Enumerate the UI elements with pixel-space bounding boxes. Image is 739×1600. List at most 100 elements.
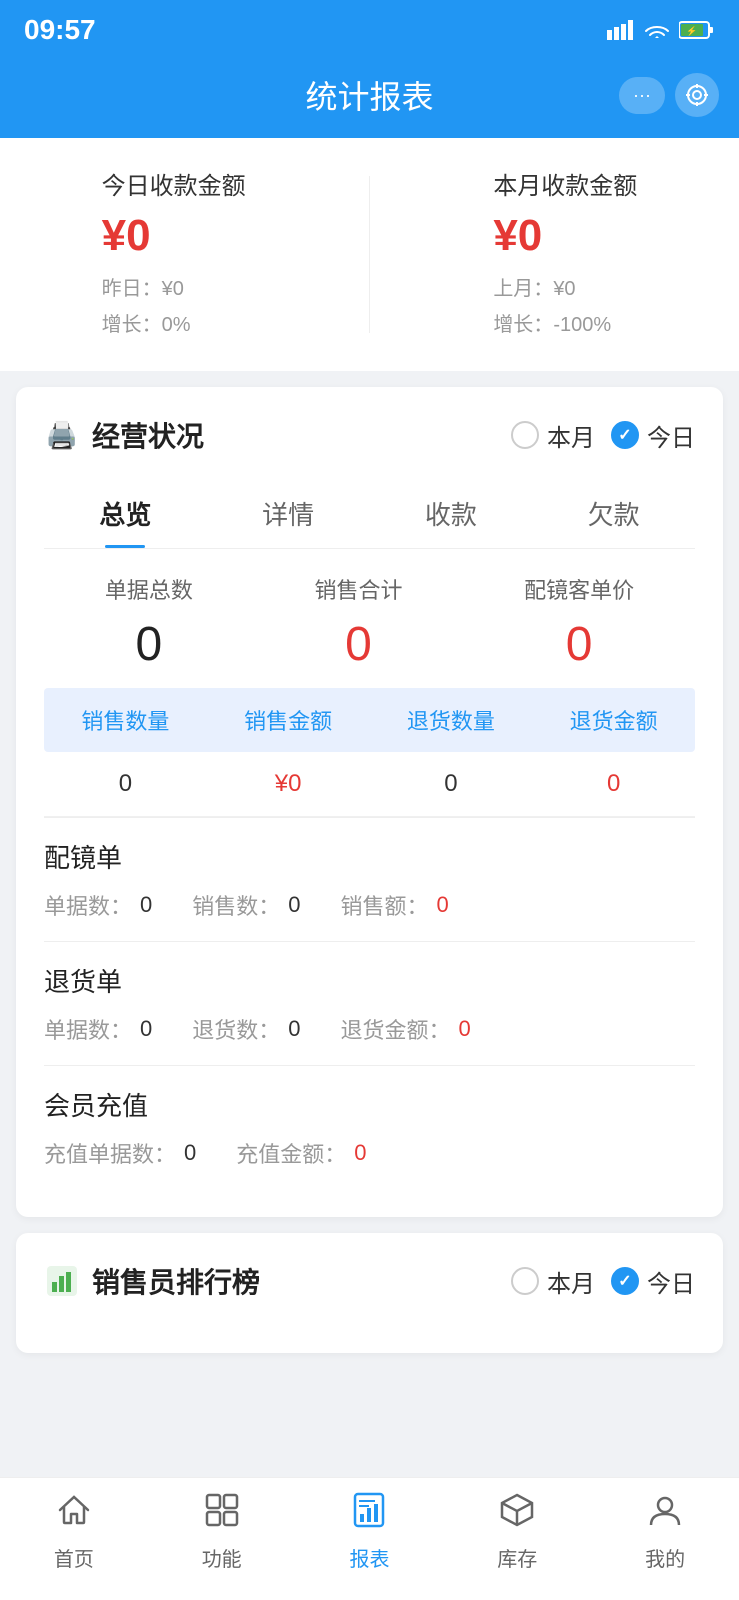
revenue-card: 今日收款金额 ¥0 昨日：¥0 增长：0% 本月收款金额 ¥0 上月：¥0 增长… [0, 138, 739, 371]
month-growth-label: 增长： [493, 314, 553, 336]
operation-title: 经营状况 [92, 415, 204, 455]
th-return-qty: 退货数量 [370, 704, 533, 736]
nav-inventory[interactable]: 库存 [497, 1492, 537, 1572]
header-title: 统计报表 [305, 72, 433, 118]
td-sales-qty: 0 [44, 770, 207, 798]
return-qty-value: 0 [288, 1016, 300, 1042]
sub-section-glasses-row: 单据数： 0 销售数： 0 销售额： 0 [44, 889, 695, 921]
operation-tabs: 总览 详情 收款 欠款 [44, 479, 695, 549]
today-growth-label: 增长： [102, 314, 162, 336]
nav-report-label: 报表 [349, 1543, 389, 1572]
last-month-label: 上月： [493, 278, 553, 300]
glasses-sales-amount-value: 0 [437, 892, 449, 918]
stat-total-bills: 单据总数 0 [105, 573, 193, 672]
month-revenue-label: 本月收款金额 [493, 166, 637, 201]
sales-rank-radio-month[interactable]: 本月 [511, 1264, 595, 1299]
nav-home[interactable]: 首页 [54, 1492, 94, 1572]
sales-rank-radio-today[interactable]: 今日 [611, 1264, 695, 1299]
operation-radio-today[interactable]: 今日 [611, 418, 695, 453]
return-amount-value: 0 [459, 1016, 471, 1042]
th-sales-amount: 销售金额 [207, 704, 370, 736]
chart-icon [45, 1264, 79, 1298]
nav-my[interactable]: 我的 [645, 1492, 685, 1572]
operation-icon: 🖨️ [44, 417, 80, 453]
status-bar: 09:57 ⚡ [0, 0, 739, 56]
svg-text:⚡: ⚡ [686, 25, 697, 37]
tab-debt[interactable]: 欠款 [532, 479, 695, 548]
yesterday-label: 昨日： [102, 278, 162, 300]
month-revenue-sub: 上月：¥0 增长：-100% [493, 271, 611, 343]
last-month-value: ¥0 [553, 278, 575, 300]
operation-radio-month-circle[interactable] [511, 421, 539, 449]
today-revenue-sub: 昨日：¥0 增长：0% [102, 271, 191, 343]
month-revenue: 本月收款金额 ¥0 上月：¥0 增长：-100% [493, 166, 637, 343]
nav-function-label: 功能 [202, 1543, 242, 1572]
recharge-bill-count: 充值单据数： 0 [44, 1137, 196, 1169]
sales-rank-section: 销售员排行榜 本月 今日 [16, 1233, 723, 1353]
stat-sales-total-label: 销售合计 [314, 573, 402, 605]
return-amount: 退货金额： 0 [341, 1013, 471, 1045]
glasses-sales-qty-label: 销售数： [192, 889, 280, 921]
nav-report[interactable]: 报表 [349, 1492, 389, 1572]
stat-total-bills-value: 0 [135, 617, 162, 672]
revenue-divider [369, 176, 370, 333]
content: 今日收款金额 ¥0 昨日：¥0 增长：0% 本月收款金额 ¥0 上月：¥0 增长… [0, 138, 739, 1469]
stat-total-bills-label: 单据总数 [105, 573, 193, 605]
header-actions: ··· [619, 73, 719, 117]
nav-my-label: 我的 [645, 1543, 685, 1572]
sub-section-glasses: 配镜单 单据数： 0 销售数： 0 销售额： 0 [44, 817, 695, 941]
glasses-bill-count: 单据数： 0 [44, 889, 152, 921]
sales-rank-radio-today-circle[interactable] [611, 1267, 639, 1295]
report-icon [351, 1492, 387, 1537]
sub-section-return-row: 单据数： 0 退货数： 0 退货金额： 0 [44, 1013, 695, 1045]
recharge-bill-count-value: 0 [184, 1140, 196, 1166]
menu-button[interactable]: ··· [619, 77, 665, 114]
month-growth-value: -100% [553, 314, 611, 336]
nav-function[interactable]: 功能 [202, 1492, 242, 1572]
home-icon [56, 1492, 92, 1537]
stat-sales-total: 销售合计 0 [314, 573, 402, 672]
sales-table-header: 销售数量 销售金额 退货数量 退货金额 [44, 688, 695, 752]
operation-radio-today-circle[interactable] [611, 421, 639, 449]
return-bill-count-value: 0 [140, 1016, 152, 1042]
my-icon [647, 1492, 683, 1537]
return-bill-count: 单据数： 0 [44, 1013, 152, 1045]
operation-radio-month-label: 本月 [547, 418, 595, 453]
operation-radio-group: 本月 今日 [511, 418, 695, 453]
tab-detail[interactable]: 详情 [207, 479, 370, 548]
sub-section-return-title: 退货单 [44, 962, 695, 999]
glasses-sales-amount: 销售额： 0 [341, 889, 449, 921]
glasses-sales-amount-label: 销售额： [341, 889, 429, 921]
scan-button[interactable] [675, 73, 719, 117]
sub-section-glasses-title: 配镜单 [44, 838, 695, 875]
recharge-amount-value: 0 [354, 1140, 366, 1166]
nav-home-label: 首页 [54, 1543, 94, 1572]
header: 统计报表 ··· [0, 56, 739, 138]
return-qty: 退货数： 0 [192, 1013, 300, 1045]
return-bill-count-label: 单据数： [44, 1013, 132, 1045]
status-time: 09:57 [24, 14, 96, 46]
sub-section-recharge-title: 会员充值 [44, 1086, 695, 1123]
operation-section: 🖨️ 经营状况 本月 今日 总览 详情 收款 欠款 [16, 387, 723, 1217]
battery-icon: ⚡ [679, 20, 715, 40]
sub-section-return: 退货单 单据数： 0 退货数： 0 退货金额： 0 [44, 941, 695, 1065]
recharge-amount-label: 充值金额： [236, 1137, 346, 1169]
tab-overview[interactable]: 总览 [44, 479, 207, 548]
sales-rank-header: 销售员排行榜 本月 今日 [44, 1261, 695, 1301]
recharge-bill-count-label: 充值单据数： [44, 1137, 176, 1169]
sales-table-row: 0 ¥0 0 0 [44, 752, 695, 817]
sub-section-recharge-row: 充值单据数： 0 充值金额： 0 [44, 1137, 695, 1169]
sales-rank-radio-month-circle[interactable] [511, 1267, 539, 1295]
tab-payment[interactable]: 收款 [370, 479, 533, 548]
operation-radio-today-label: 今日 [647, 418, 695, 453]
stat-unit-price-value: 0 [566, 617, 593, 672]
operation-radio-month[interactable]: 本月 [511, 418, 595, 453]
stat-sales-total-value: 0 [345, 617, 372, 672]
td-sales-amount: ¥0 [207, 770, 370, 798]
sales-rank-radio-today-label: 今日 [647, 1264, 695, 1299]
today-growth-value: 0% [162, 314, 191, 336]
stats-row: 单据总数 0 销售合计 0 配镜客单价 0 [44, 573, 695, 672]
glasses-sales-qty-value: 0 [288, 892, 300, 918]
recharge-amount: 充值金额： 0 [236, 1137, 366, 1169]
sales-rank-radio-group: 本月 今日 [511, 1264, 695, 1299]
